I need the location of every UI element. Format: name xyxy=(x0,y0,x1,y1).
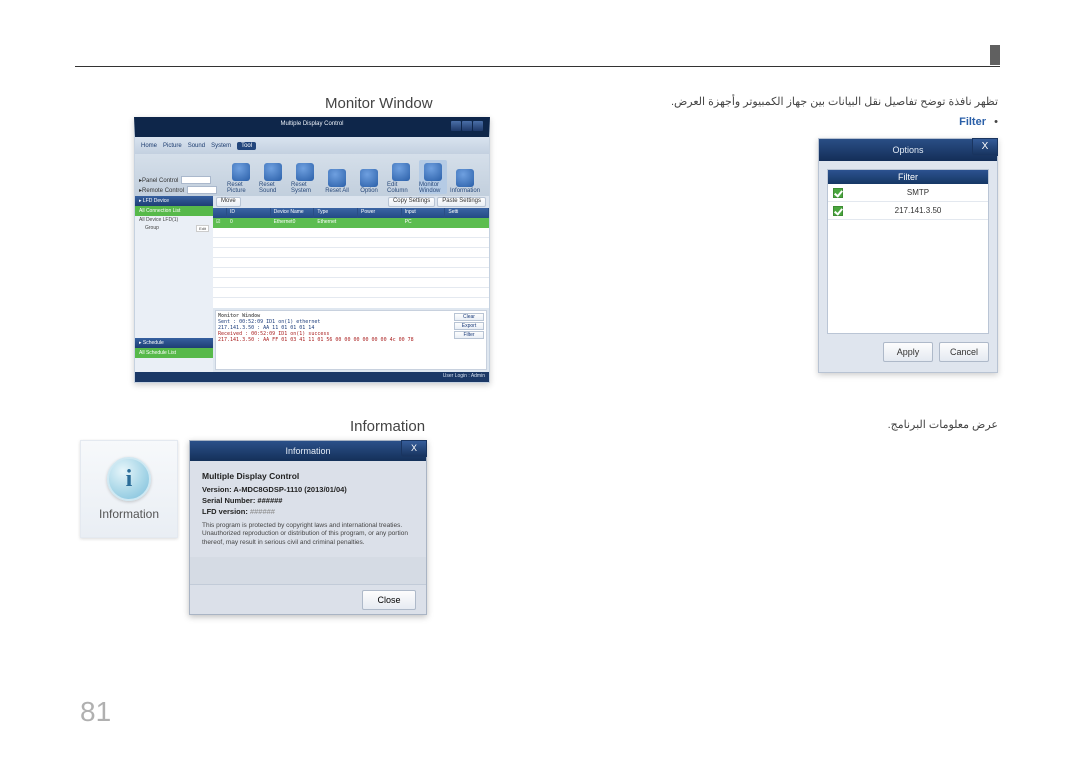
lfd-version-line: LFD version: ###### xyxy=(202,507,414,516)
options-title: Options X xyxy=(819,139,997,161)
log-line: 217.141.3.50 : AA FF 01 03 41 11 01 56 0… xyxy=(218,337,484,343)
filter-label: Filter xyxy=(959,116,986,128)
minimize-icon[interactable] xyxy=(451,121,461,131)
info-heading: Multiple Display Control xyxy=(202,471,414,481)
sidebar-all-schedule[interactable]: All Schedule List xyxy=(135,348,213,358)
paste-settings-button[interactable]: Paste Settings xyxy=(437,197,486,207)
main-panel: Move Copy Settings Paste Settings ID Dev… xyxy=(213,196,489,372)
reset-all-icon xyxy=(328,169,346,187)
checkbox-icon[interactable] xyxy=(828,206,848,216)
monitor-window-button[interactable]: Monitor Window xyxy=(419,160,447,194)
header-rule xyxy=(75,66,1000,67)
status-bar: User Login : Admin xyxy=(135,372,489,382)
header-accent xyxy=(990,45,1000,65)
sidebar: ▸ LFD Device All Connection List All Dev… xyxy=(135,196,213,372)
checkbox-icon[interactable] xyxy=(828,188,848,198)
options-filter-header: Filter xyxy=(828,170,988,184)
sidebar-all-device[interactable]: All Device LFD(1) xyxy=(135,216,213,224)
monitor-window-icon xyxy=(424,163,442,181)
info-dialog-title: Information X xyxy=(190,441,426,461)
filter-row[interactable]: SMTP xyxy=(828,184,988,202)
log-export-button[interactable]: Export xyxy=(454,322,484,330)
page-number: 81 xyxy=(80,696,111,728)
reset-all-button[interactable]: Reset All xyxy=(323,160,351,194)
monitor-log-pane: Monitor Window Sent : 00:52:09 ID1 on(1)… xyxy=(215,310,487,370)
information-button[interactable]: Information xyxy=(451,160,479,194)
monitor-description-arabic: تظهر نافذة توضح تفاصيل نقل البيانات بين … xyxy=(671,95,998,108)
filter-label-smtp: SMTP xyxy=(848,188,988,197)
move-button[interactable]: Move xyxy=(216,197,241,207)
sidebar-group[interactable]: GroupEdit xyxy=(135,224,213,233)
log-filter-button[interactable]: Filter xyxy=(454,331,484,339)
monitor-window-screenshot: Multiple Display Control Home Picture So… xyxy=(134,117,490,383)
panel-control-label: ▸Panel Control xyxy=(139,177,178,184)
tab-sound[interactable]: Sound xyxy=(188,143,205,149)
filter-label-ip: 217.141.3.50 xyxy=(848,206,988,215)
maximize-icon[interactable] xyxy=(462,121,472,131)
options-popup: Options X Filter SMTP 217.141.3.50 Apply… xyxy=(818,138,998,373)
version-line: Version: A-MDC8GDSP-1110 (2013/01/04) xyxy=(202,485,414,494)
tab-system[interactable]: System xyxy=(211,143,231,149)
button-row: Move Copy Settings Paste Settings xyxy=(213,196,489,208)
remote-control-label: ▸Remote Control xyxy=(139,187,184,194)
apply-button[interactable]: Apply xyxy=(883,342,933,362)
edit-column-icon xyxy=(392,163,410,181)
sidebar-all-connection[interactable]: All Connection List xyxy=(135,206,213,216)
edit-column-button[interactable]: Edit Column xyxy=(387,160,415,194)
option-button[interactable]: Option xyxy=(355,160,383,194)
info-tile-label: Information xyxy=(99,507,159,521)
reset-system-button[interactable]: Reset System xyxy=(291,160,319,194)
serial-line: Serial Number: ###### xyxy=(202,496,414,505)
app-title: Multiple Display Control xyxy=(280,121,343,127)
reset-sound-icon xyxy=(264,163,282,181)
table-row[interactable]: ☑ 0 Ethernet0 Ethernet PC xyxy=(213,218,489,228)
section-title-information: Information xyxy=(350,418,425,435)
tab-tool[interactable]: Tool xyxy=(237,142,256,150)
reset-picture-icon xyxy=(232,163,250,181)
cancel-button[interactable]: Cancel xyxy=(939,342,989,362)
window-controls xyxy=(451,121,483,131)
reset-sound-button[interactable]: Reset Sound xyxy=(259,160,287,194)
sidebar-schedule-header[interactable]: ▸ Schedule xyxy=(135,338,213,348)
information-icon xyxy=(456,169,474,187)
legal-text: This program is protected by copyright l… xyxy=(202,522,414,547)
sidebar-lfd-header[interactable]: ▸ LFD Device xyxy=(135,196,213,206)
reset-system-icon xyxy=(296,163,314,181)
options-inner: Filter SMTP 217.141.3.50 xyxy=(827,169,989,334)
close-icon[interactable] xyxy=(473,121,483,131)
info-icon: i xyxy=(107,457,151,501)
panel-control-dropdown[interactable] xyxy=(181,176,211,184)
information-dialog: Information X Multiple Display Control V… xyxy=(189,440,427,615)
option-icon xyxy=(360,169,378,187)
main-tabs: Home Picture Sound System Tool xyxy=(135,137,489,154)
information-tile[interactable]: i Information xyxy=(80,440,178,538)
info-close-button[interactable]: Close xyxy=(362,590,416,610)
group-edit-button[interactable]: Edit xyxy=(196,225,209,232)
filter-row[interactable]: 217.141.3.50 xyxy=(828,202,988,220)
information-description-arabic: عرض معلومات البرنامج. xyxy=(888,418,998,431)
table-header: ID Device Name Type Power Input Setti xyxy=(213,208,489,218)
filter-bullet: • xyxy=(994,116,998,128)
tab-picture[interactable]: Picture xyxy=(163,143,182,149)
options-close-button[interactable]: X xyxy=(972,138,998,156)
empty-grid xyxy=(213,228,489,308)
copy-settings-button[interactable]: Copy Settings xyxy=(388,197,435,207)
tab-home[interactable]: Home xyxy=(141,143,157,149)
toolbar: ▸Panel Control ▸Remote Control Reset Pic… xyxy=(135,154,489,196)
log-clear-button[interactable]: Clear xyxy=(454,313,484,321)
reset-picture-button[interactable]: Reset Picture xyxy=(227,160,255,194)
info-dialog-close-button[interactable]: X xyxy=(401,440,427,457)
section-title-monitor: Monitor Window xyxy=(325,95,433,112)
remote-control-dropdown[interactable] xyxy=(187,186,217,194)
toolbar-control-group: ▸Panel Control ▸Remote Control xyxy=(139,176,217,194)
